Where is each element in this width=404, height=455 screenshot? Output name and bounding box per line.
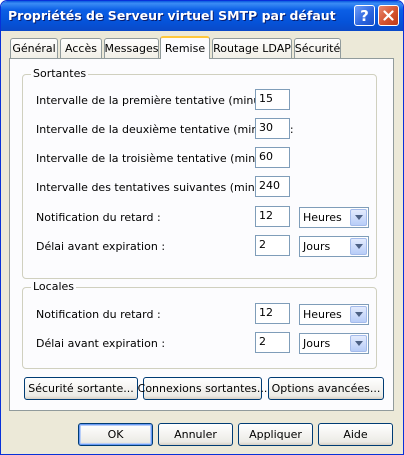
chevron-down-icon[interactable] [350,335,367,352]
second-retry-input[interactable]: 30 [255,118,290,139]
outbound-group-title: Sortantes [31,67,89,80]
local-expiration-unit-select[interactable]: Jours [299,333,369,354]
title-bar[interactable]: Propriétés de Serveur virtuel SMTP par d… [1,1,403,31]
tab-general[interactable]: Général [10,38,58,58]
outbound-expiration-unit-select[interactable]: Jours [299,236,369,257]
local-expiration-unit-value: Jours [303,337,331,350]
local-expiration-input[interactable]: 2 [255,332,290,353]
first-retry-label: Intervalle de la première tentative (min… [36,94,289,107]
tab-security[interactable]: Sécurité [294,38,341,58]
outbound-delay-notification-unit-select[interactable]: Heures [299,207,369,228]
outbound-security-button[interactable]: Sécurité sortante... [24,377,138,400]
local-group: Locales [22,280,377,369]
outbound-delay-notification-label: Notification du retard : [36,211,161,224]
local-group-title: Locales [31,280,77,293]
third-retry-input[interactable]: 60 [255,147,290,168]
local-delay-notification-unit-select[interactable]: Heures [299,304,369,325]
window-title: Propriétés de Serveur virtuel SMTP par d… [8,8,336,23]
cancel-button[interactable]: Annuler [158,423,233,446]
outbound-expiration-unit-value: Jours [303,240,331,253]
local-delay-notification-label: Notification du retard : [36,308,161,321]
delivery-tab-panel: Sortantes Locales [9,58,394,411]
outbound-expiration-input[interactable]: 2 [255,235,290,256]
outbound-delay-notification-input[interactable]: 12 [255,206,290,227]
outbound-delay-unit-value: Heures [303,211,342,224]
help-button[interactable]: ? [354,5,375,26]
chevron-down-icon[interactable] [350,306,367,323]
outbound-connections-button[interactable]: Connexions sortantes... [138,377,267,400]
tab-delivery[interactable]: Remise [160,36,210,59]
subsequent-retry-label: Intervalle des tentatives suivantes (min… [36,181,291,194]
chevron-down-icon[interactable] [350,209,367,226]
close-button[interactable] [378,5,399,26]
close-icon [383,10,394,21]
help-footer-button[interactable]: Aide [318,423,393,446]
tab-messages[interactable]: Messages [104,38,159,58]
local-expiration-label: Délai avant expiration : [36,337,166,350]
third-retry-label: Intervalle de la troisième tentative (mi… [36,152,291,165]
ok-button[interactable]: OK [78,423,153,446]
local-delay-unit-value: Heures [303,308,342,321]
tab-ldap-routing[interactable]: Routage LDAP [212,38,292,58]
outbound-expiration-label: Délai avant expiration : [36,240,166,253]
subsequent-retry-input[interactable]: 240 [255,176,290,197]
chevron-down-icon[interactable] [350,238,367,255]
advanced-options-button[interactable]: Options avancées... [268,377,384,400]
local-delay-notification-input[interactable]: 12 [255,303,290,324]
first-retry-input[interactable]: 15 [255,89,290,110]
help-icon: ? [360,6,369,25]
apply-button[interactable]: Appliquer [238,423,313,446]
tab-access[interactable]: Accès [60,38,102,58]
